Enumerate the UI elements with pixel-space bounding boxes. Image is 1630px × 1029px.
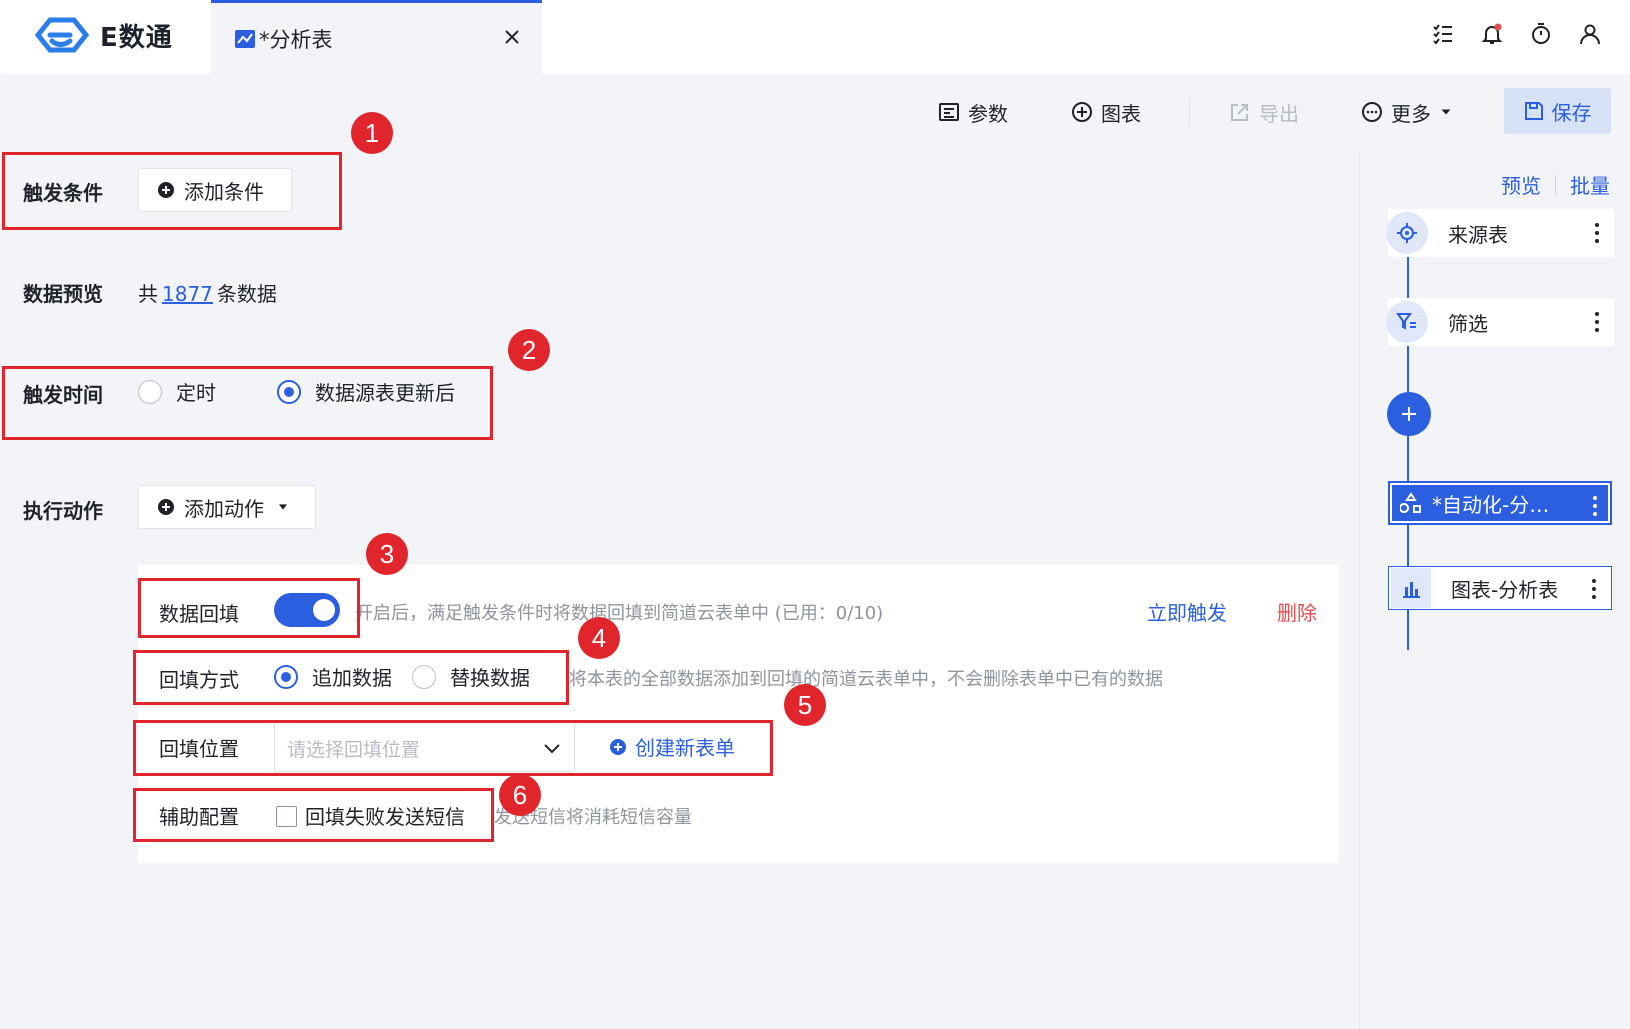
timer-icon[interactable] <box>1529 22 1553 46</box>
line-chart-icon <box>235 29 255 48</box>
flow-node-source[interactable]: 来源表 <box>1386 209 1614 257</box>
top-icons <box>1431 22 1602 46</box>
more-vertical-icon[interactable] <box>1591 577 1597 601</box>
plus-circle-icon <box>1072 102 1092 122</box>
data-preview-summary: 共 1877 条数据 <box>138 282 277 306</box>
flow-node-automation[interactable]: *自动化-分… <box>1388 481 1612 525</box>
list-icon[interactable] <box>1431 22 1455 46</box>
more-vertical-icon[interactable] <box>1594 310 1600 334</box>
tab-analysis[interactable]: *分析表 <box>211 0 542 74</box>
flow-panel: 预览 批量 来源表 筛选 *自动化-分… 图表-分析表 <box>1359 150 1630 1029</box>
tab-title: *分析表 <box>259 27 333 52</box>
batch-link[interactable]: 批量 <box>1570 170 1610 199</box>
flow-node-chart[interactable]: 图表-分析表 <box>1388 566 1612 610</box>
close-icon[interactable] <box>500 25 524 49</box>
flow-panel-links: 预览 批量 <box>1501 170 1610 199</box>
bar-chart-icon <box>1391 568 1431 608</box>
execute-action-label: 执行动作 <box>23 499 103 523</box>
backfill-mode-hint: 将本表的全部数据添加到回填的简道云表单中，不会删除表单中已有的数据 <box>569 669 1163 690</box>
more-circle-icon <box>1362 102 1382 122</box>
params-icon <box>939 103 959 121</box>
annotation-number-1: 1 <box>351 112 393 154</box>
more-button[interactable]: 更多 <box>1361 96 1453 128</box>
plus-icon <box>1402 407 1416 421</box>
annotation-number-2: 2 <box>508 329 550 371</box>
plus-circle-filled-icon <box>158 499 174 515</box>
add-action-button[interactable]: 添加动作 <box>138 485 316 529</box>
add-chart-button[interactable]: 图表 <box>1071 96 1141 128</box>
filter-icon <box>1386 301 1428 343</box>
user-icon[interactable] <box>1578 22 1602 46</box>
add-node-button[interactable] <box>1387 392 1431 436</box>
automation-icon <box>1400 492 1421 513</box>
flow-node-automation-inner: *自动化-分… <box>1392 485 1608 521</box>
annotation-number-5: 5 <box>784 684 826 726</box>
flow-node-filter[interactable]: 筛选 <box>1386 298 1614 346</box>
export-icon <box>1231 104 1248 121</box>
caret-down-icon <box>1441 109 1451 115</box>
preview-link[interactable]: 预览 <box>1501 170 1541 199</box>
trigger-now-link[interactable]: 立即触发 <box>1147 597 1227 626</box>
annotation-number-4: 4 <box>578 617 620 659</box>
annotation-box-3 <box>138 578 360 638</box>
brand-name: E数通 <box>100 22 173 53</box>
data-preview-label: 数据预览 <box>23 282 103 306</box>
annotation-number-3: 3 <box>366 533 408 575</box>
link-divider <box>1555 174 1556 195</box>
toolbar-divider <box>1189 100 1190 126</box>
logo-icon <box>34 17 90 53</box>
save-button[interactable]: 保存 <box>1504 88 1611 134</box>
export-button[interactable]: 导出 <box>1229 96 1299 128</box>
bell-icon[interactable] <box>1480 22 1504 46</box>
annotation-box-4 <box>133 650 569 705</box>
annotation-number-6: 6 <box>499 774 541 816</box>
record-count-link[interactable]: 1877 <box>162 282 213 306</box>
annotation-box-6 <box>133 788 494 842</box>
annotation-box-1 <box>2 152 342 230</box>
backfill-hint: 开启后，满足触发条件时将数据回填到简道云表单中 (已用：0/10) <box>355 603 884 624</box>
more-vertical-icon[interactable] <box>1592 494 1598 518</box>
save-icon <box>1524 102 1543 120</box>
annotation-box-5 <box>133 720 773 776</box>
top-bar: E数通 *分析表 <box>0 0 1630 74</box>
toolbar: 参数 图表 导出 更多 保存 <box>0 74 1630 150</box>
params-button[interactable]: 参数 <box>938 96 1008 128</box>
delete-link[interactable]: 删除 <box>1277 597 1317 626</box>
target-icon <box>1386 212 1428 254</box>
caret-down-icon <box>279 504 287 510</box>
more-vertical-icon[interactable] <box>1594 221 1600 245</box>
brand-logo: E数通 <box>28 14 173 56</box>
annotation-box-2 <box>2 366 493 440</box>
